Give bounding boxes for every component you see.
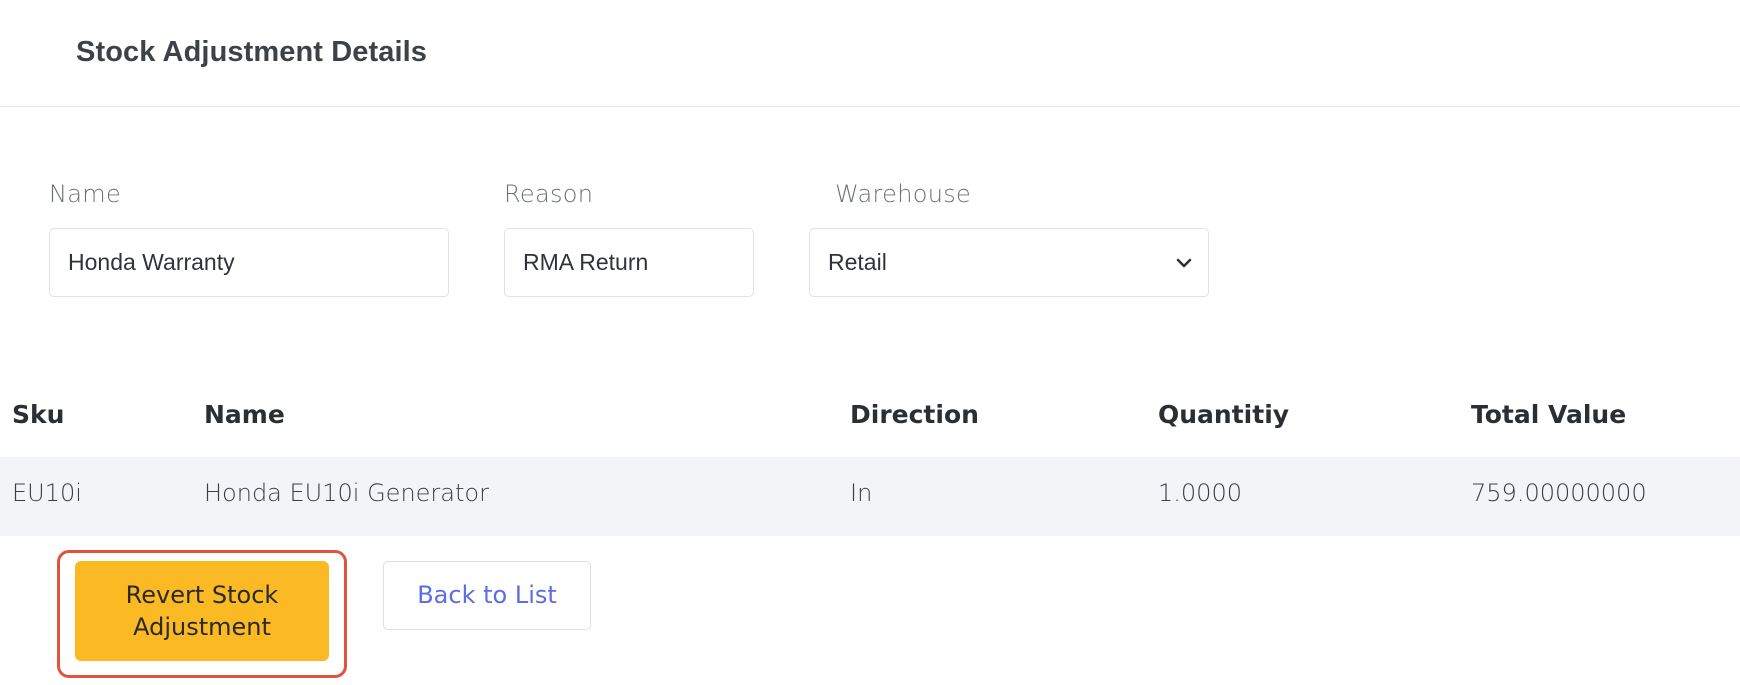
revert-stock-adjustment-button[interactable]: Revert Stock Adjustment	[75, 561, 329, 661]
reason-field[interactable]: RMA Return	[504, 228, 754, 297]
reason-label: Reason	[504, 180, 594, 208]
back-to-list-button[interactable]: Back to List	[383, 561, 591, 630]
cell-quantity: 1.0000	[1158, 479, 1242, 507]
table-row: EU10i Honda EU10i Generator In 1.0000 75…	[0, 457, 1740, 536]
revert-button-label-line2: Adjustment	[133, 613, 271, 641]
cell-name: Honda EU10i Generator	[204, 479, 489, 507]
cell-sku: EU10i	[12, 479, 82, 507]
cell-direction: In	[850, 479, 873, 507]
name-label: Name	[49, 180, 122, 208]
warehouse-selected-value: Retail	[828, 249, 887, 275]
warehouse-label: Warehouse	[835, 180, 972, 208]
chevron-down-icon	[1176, 258, 1192, 268]
column-header-quantity[interactable]: Quantitiy	[1158, 400, 1289, 429]
column-header-sku[interactable]: Sku	[12, 400, 64, 429]
page-header: Stock Adjustment Details	[0, 0, 1740, 107]
warehouse-select[interactable]: Retail	[809, 228, 1209, 297]
revert-button-label-line1: Revert Stock	[125, 581, 279, 609]
column-header-direction[interactable]: Direction	[850, 400, 979, 429]
column-header-total-value[interactable]: Total Value	[1471, 400, 1626, 429]
cell-total-value: 759.00000000	[1471, 479, 1647, 507]
page-title: Stock Adjustment Details	[76, 36, 428, 68]
column-header-name[interactable]: Name	[204, 400, 285, 429]
name-field[interactable]: Honda Warranty	[49, 228, 449, 297]
